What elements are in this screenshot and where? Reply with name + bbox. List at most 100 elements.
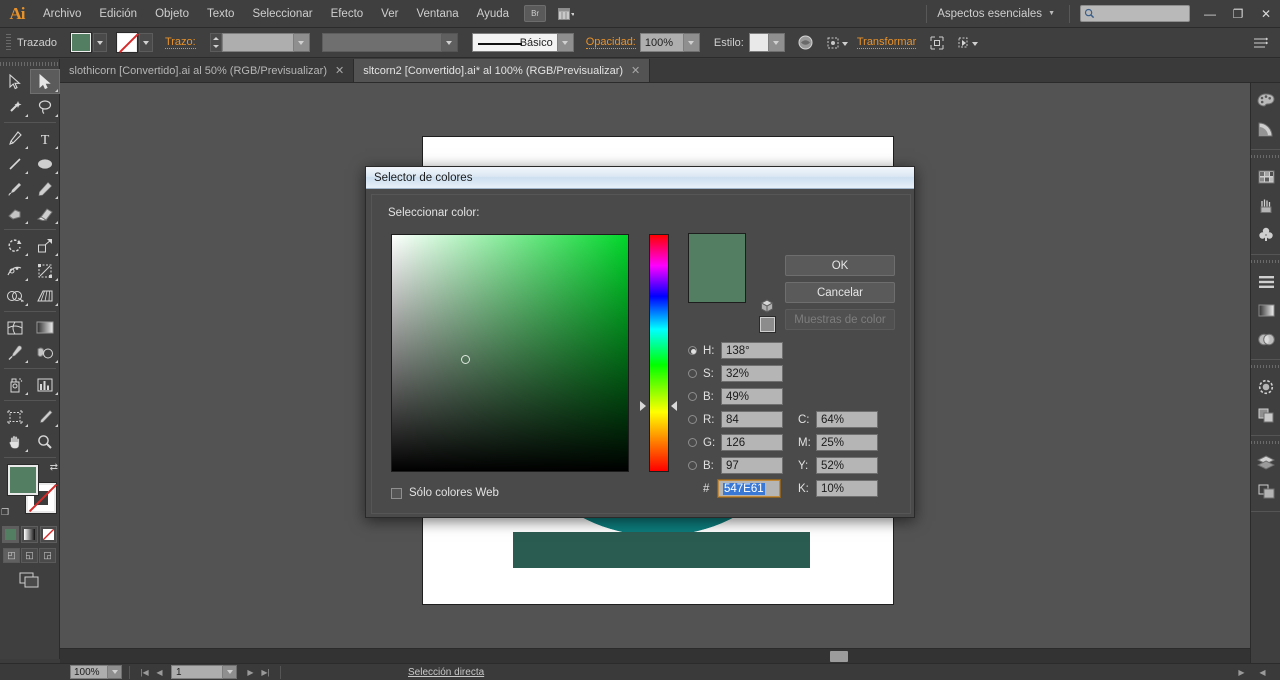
color-mode-button[interactable] [2,526,19,543]
first-artboard-button[interactable]: |◀ [137,665,152,680]
panel-grip[interactable] [1251,363,1280,370]
selection-tool[interactable] [0,69,30,94]
red-radio[interactable] [688,415,697,424]
ok-button[interactable]: OK [785,255,895,276]
type-tool[interactable]: T [30,126,60,151]
document-tab-1[interactable]: slothicorn [Convertido].ai al 50% (RGB/P… [60,59,355,82]
stroke-profile-field[interactable] [321,33,442,52]
green-input[interactable]: 126 [721,434,783,451]
arrange-documents-icon[interactable] [554,5,578,22]
saturation-brightness-field[interactable] [391,234,629,472]
opacity-label[interactable]: Opacidad: [585,36,636,49]
paintbrush-tool[interactable] [0,176,30,201]
zoom-tool[interactable] [30,429,60,454]
symbols-panel-icon[interactable] [1251,220,1280,249]
blue-input[interactable]: 97 [721,457,783,474]
color-guide-icon[interactable] [1251,115,1280,144]
zoom-dropdown[interactable] [108,665,122,679]
pen-tool[interactable] [0,126,30,151]
artwork-dark-bar[interactable] [513,532,810,568]
color-swatches-button[interactable]: Muestras de color [785,309,895,330]
red-input[interactable]: 84 [721,411,783,428]
fill-color-swatch[interactable] [69,32,92,53]
stroke-weight-field[interactable] [221,33,294,52]
workspace-switcher[interactable]: Aspectos esenciales [931,8,1048,20]
fill-dropdown-button[interactable] [92,33,107,52]
layers-panel-icon[interactable] [1251,448,1280,477]
color-panel-icon[interactable] [1251,86,1280,115]
hue-input[interactable]: 138° [721,342,783,359]
panel-grip[interactable] [1251,258,1280,265]
stroke-weight-dropdown[interactable] [293,33,310,52]
perspective-grid-tool[interactable] [30,283,60,308]
dialog-title-bar[interactable]: Selector de colores [366,167,914,189]
stroke-weight-label[interactable]: Trazo: [164,36,196,49]
default-fill-stroke-icon[interactable]: ❐ [1,507,9,518]
artboard-number-field[interactable]: 1 [171,665,223,679]
panel-grip[interactable] [0,59,59,69]
close-button[interactable]: ✕ [1252,3,1280,25]
magic-wand-tool[interactable] [0,94,30,119]
panel-grip[interactable] [1251,439,1280,446]
document-tab-2[interactable]: sltcorn2 [Convertido].ai* al 100% (RGB/P… [354,59,651,82]
align-panel-icon[interactable] [1251,267,1280,296]
pathfinder-panel-icon[interactable] [1251,401,1280,430]
menu-objeto[interactable]: Objeto [146,0,198,28]
panel-menu-icon[interactable] [1250,33,1272,53]
hue-marker-right-icon[interactable] [671,401,677,411]
isolate-selected-icon[interactable] [926,33,948,53]
recolor-artwork-icon[interactable] [795,33,817,53]
status-collapse-button[interactable]: ◀ [1255,665,1270,680]
shape-builder-tool[interactable] [0,283,30,308]
line-segment-tool[interactable] [0,151,30,176]
zoom-level-field[interactable]: 100% [70,665,108,679]
lasso-tool[interactable] [30,94,60,119]
direct-selection-tool[interactable] [30,69,60,94]
panel-grip[interactable] [1251,153,1280,160]
menu-ventana[interactable]: Ventana [407,0,467,28]
stroke-color-swatch[interactable] [115,32,138,53]
gradient-mode-button[interactable] [21,526,38,543]
swap-fill-stroke-icon[interactable]: ⇄ [50,462,58,473]
eraser-tool[interactable] [30,201,60,226]
gradient-tool[interactable] [30,315,60,340]
menu-edicion[interactable]: Edición [90,0,146,28]
graphic-style-swatch[interactable] [748,33,769,52]
pencil-tool[interactable] [30,176,60,201]
hue-marker-left-icon[interactable] [640,401,646,411]
saturation-radio[interactable] [688,369,697,378]
menu-ver[interactable]: Ver [372,0,407,28]
blue-radio[interactable] [688,461,697,470]
menu-seleccionar[interactable]: Seleccionar [243,0,321,28]
screen-mode-button[interactable] [19,571,41,589]
minimize-button[interactable]: — [1196,3,1224,25]
color-field-cursor[interactable] [461,355,470,364]
menu-ayuda[interactable]: Ayuda [468,0,518,28]
menu-texto[interactable]: Texto [198,0,244,28]
width-tool[interactable] [0,258,30,283]
rotate-tool[interactable] [0,233,30,258]
artboard-dropdown[interactable] [223,665,237,679]
brush-dropdown[interactable] [557,33,574,52]
free-transform-tool[interactable] [30,258,60,283]
opacity-field[interactable]: 100% [639,33,684,52]
web-colors-only-row[interactable]: Sólo colores Web [391,487,499,499]
panel-grip[interactable] [6,33,11,52]
draw-behind-button[interactable]: ◱ [21,548,38,563]
hue-radio[interactable] [688,346,697,355]
yellow-input[interactable]: 52% [816,457,878,474]
close-icon[interactable]: ✕ [631,64,640,77]
fill-color-large-swatch[interactable] [7,464,39,496]
mesh-tool[interactable] [0,315,30,340]
select-similar-icon[interactable] [958,33,980,53]
green-radio[interactable] [688,438,697,447]
black-input[interactable]: 10% [816,480,878,497]
artboards-panel-icon[interactable] [1251,477,1280,506]
chevron-down-icon[interactable]: ▼ [1048,10,1065,17]
last-artboard-button[interactable]: ▶| [258,665,273,680]
caret-up-icon[interactable] [212,36,219,40]
cyan-input[interactable]: 64% [816,411,878,428]
ellipse-tool[interactable] [30,151,60,176]
menu-efecto[interactable]: Efecto [322,0,373,28]
out-of-web-gamut-swatch[interactable] [759,316,776,333]
